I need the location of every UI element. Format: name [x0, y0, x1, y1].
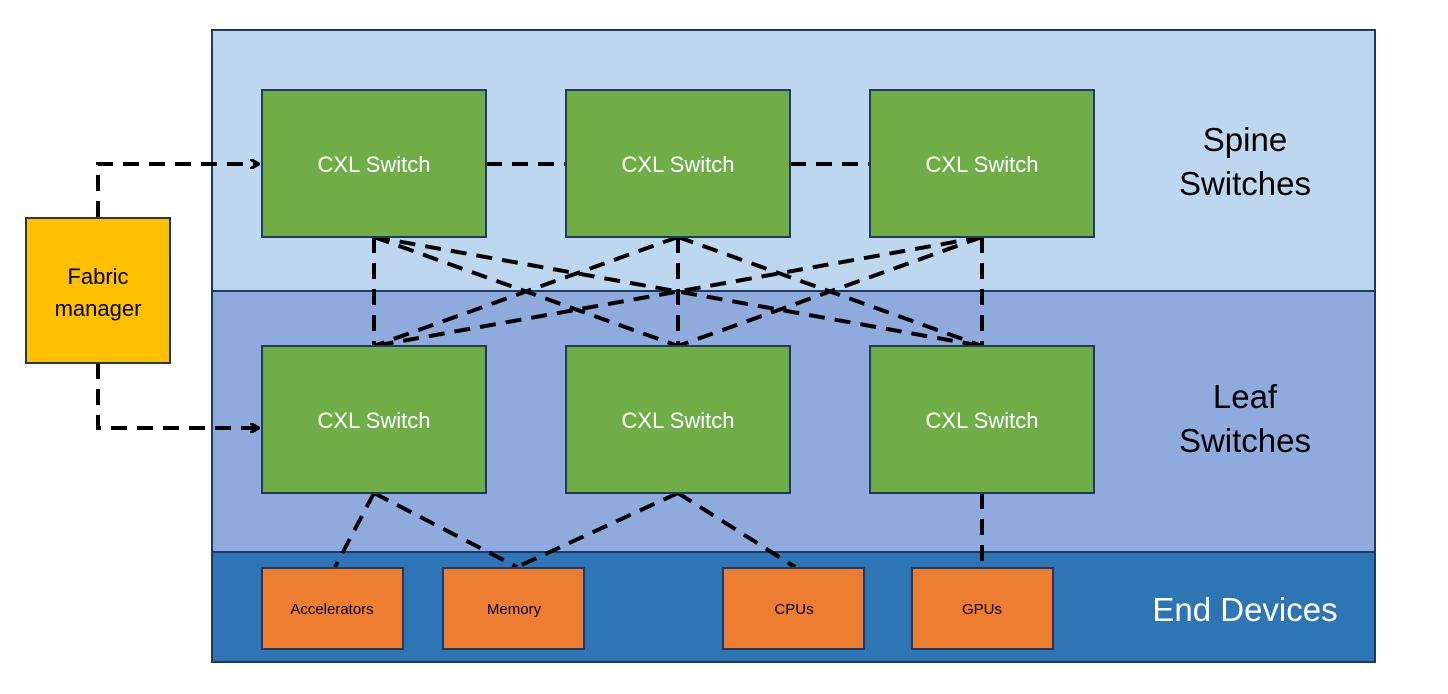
end-device-gpus: GPUs	[911, 567, 1054, 650]
switch-label: CXL Switch	[622, 152, 735, 177]
device-label: Accelerators	[290, 601, 373, 618]
end-devices-label: End Devices	[1152, 591, 1337, 628]
fabric-manager: Fabric manager	[25, 217, 171, 364]
leaf-switch: CXL Switch	[565, 345, 791, 494]
spine-switch: CXL Switch	[565, 89, 791, 238]
device-label: GPUs	[962, 601, 1002, 618]
switch-label: CXL Switch	[318, 152, 431, 177]
leaf-switch: CXL Switch	[869, 345, 1095, 494]
fabric-manager-label: manager	[55, 296, 142, 321]
device-label: CPUs	[774, 601, 813, 618]
leaf-switch: CXL Switch	[261, 345, 487, 494]
end-device-accelerators: Accelerators	[261, 567, 404, 650]
cxl-fabric-diagram: Fabric manager CXL Switch CXL Switch CXL…	[25, 29, 1376, 663]
switch-label: CXL Switch	[926, 408, 1039, 433]
spine-layer-label: Spine	[1203, 121, 1287, 158]
device-label: Memory	[487, 601, 542, 618]
switch-label: CXL Switch	[622, 408, 735, 433]
end-device-memory: Memory	[442, 567, 585, 650]
spine-switch: CXL Switch	[869, 89, 1095, 238]
switch-label: CXL Switch	[318, 408, 431, 433]
spine-layer-label: Switches	[1179, 165, 1311, 202]
leaf-layer-label: Switches	[1179, 422, 1311, 459]
end-device-cpus: CPUs	[722, 567, 865, 650]
leaf-layer-label: Leaf	[1213, 378, 1278, 415]
switch-label: CXL Switch	[926, 152, 1039, 177]
fabric-manager-label: Fabric	[67, 264, 128, 289]
spine-switch: CXL Switch	[261, 89, 487, 238]
